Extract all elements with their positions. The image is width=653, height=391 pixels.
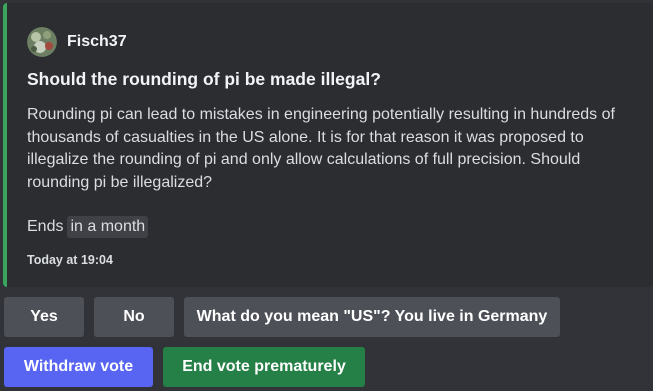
end-vote-button[interactable]: End vote prematurely: [163, 347, 365, 387]
poll-end-row: Ends in a month: [27, 216, 149, 238]
timestamp: Today at 19:04: [27, 253, 113, 267]
option-us-button[interactable]: What do you mean "US"? You live in Germa…: [184, 297, 560, 337]
author-row: Fisch37: [27, 27, 127, 57]
option-no-button[interactable]: No: [94, 297, 174, 337]
author-name[interactable]: Fisch37: [67, 33, 127, 51]
option-yes-button[interactable]: Yes: [4, 297, 84, 337]
ends-time: in a month: [67, 216, 149, 238]
avatar[interactable]: [27, 27, 57, 57]
withdraw-vote-button[interactable]: Withdraw vote: [4, 347, 153, 387]
ends-label: Ends: [27, 218, 64, 235]
poll-description: Rounding pi can lead to mistakes in engi…: [27, 106, 615, 191]
poll-embed: Fisch37 Should the rounding of pi be mad…: [3, 3, 653, 287]
poll-title: Should the rounding of pi be made illega…: [27, 69, 381, 89]
